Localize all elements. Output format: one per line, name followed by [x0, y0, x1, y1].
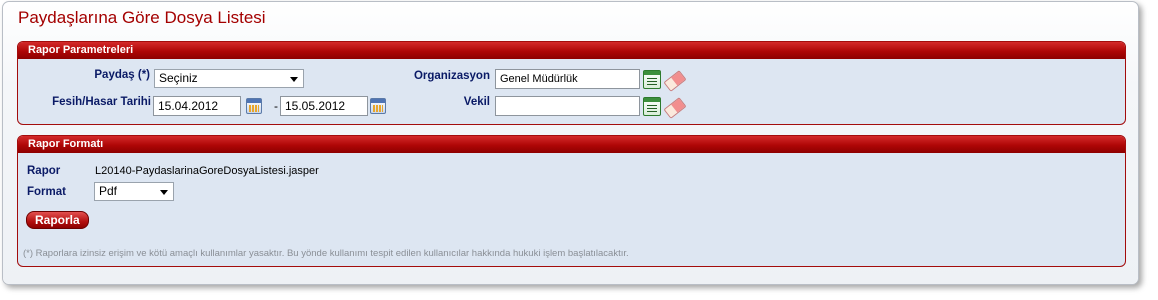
org-field[interactable]: Genel Müdürlük [495, 69, 640, 89]
eraser-icon[interactable] [663, 97, 687, 119]
calendar-icon[interactable] [370, 98, 386, 114]
list-picker-icon[interactable] [643, 97, 661, 116]
date-separator: - [274, 99, 278, 113]
paydas-label: Paydaş (*) [94, 69, 150, 81]
report-window: Paydaşlarına Göre Dosya Listesi Rapor Pa… [2, 1, 1139, 285]
params-panel-header: Rapor Parametreleri [18, 42, 1125, 59]
vekil-label: Vekil [463, 96, 490, 108]
chevron-down-icon [160, 190, 168, 195]
eraser-icon[interactable] [663, 70, 687, 92]
paydas-select-value: Seçiniz [159, 71, 198, 85]
org-label: Organizasyon [413, 70, 490, 82]
page-title: Paydaşlarına Göre Dosya Listesi [18, 8, 266, 27]
paydas-select[interactable]: Seçiniz [154, 69, 304, 88]
calendar-icon[interactable] [246, 98, 262, 114]
date-to-field[interactable]: 15.05.2012 [280, 96, 368, 116]
raporla-button[interactable]: Raporla [26, 211, 89, 229]
chevron-down-icon [290, 77, 298, 82]
vekil-field[interactable] [495, 96, 640, 116]
list-picker-icon[interactable] [643, 70, 661, 89]
rapor-value: L20140-PaydaslarinaGoreDosyaListesi.jasp… [95, 165, 319, 177]
format-panel-header: Rapor Formatı [18, 136, 1125, 153]
date-from-field[interactable]: 15.04.2012 [153, 96, 241, 116]
format-label: Format [27, 186, 66, 198]
legal-note: (*) Raporlara izinsiz erişim ve kötü ama… [23, 248, 629, 259]
rapor-label: Rapor [27, 165, 61, 177]
format-select-value: Pdf [99, 184, 118, 198]
fesih-label: Fesih/Hasar Tarihi [52, 96, 151, 108]
params-panel: Rapor Parametreleri Paydaş (*) Seçiniz F… [17, 41, 1126, 125]
format-panel: Rapor Formatı Rapor L20140-PaydaslarinaG… [17, 135, 1126, 267]
format-select[interactable]: Pdf [94, 182, 174, 201]
